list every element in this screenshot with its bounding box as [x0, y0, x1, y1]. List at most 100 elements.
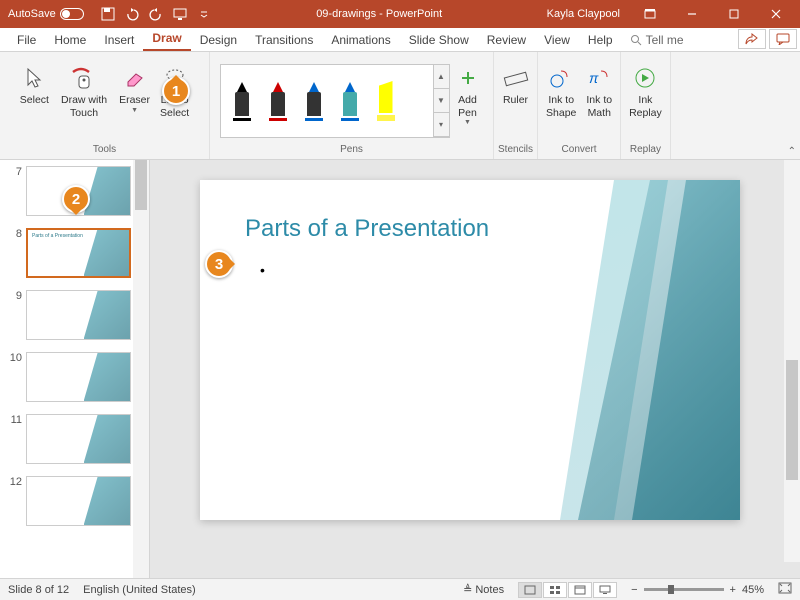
replay-icon — [634, 64, 656, 92]
pen-item[interactable] — [225, 82, 259, 121]
slide-area: Parts of a Presentation • — [150, 160, 800, 578]
normal-view-button[interactable] — [518, 582, 542, 598]
redo-button[interactable] — [148, 6, 164, 22]
chevron-down-icon: ▼ — [131, 107, 138, 115]
save-button[interactable] — [100, 6, 116, 22]
group-stencils-label: Stencils — [498, 142, 533, 157]
tab-review[interactable]: Review — [478, 29, 535, 51]
qat-customize-button[interactable] — [196, 6, 212, 22]
user-name[interactable]: Kayla Claypool — [547, 8, 620, 20]
slide-bullet[interactable]: • — [260, 262, 265, 278]
window-title: 09-drawings - PowerPoint — [212, 8, 547, 20]
group-convert-label: Convert — [562, 142, 597, 157]
draw-with-touch-button[interactable]: Draw with Touch — [55, 60, 113, 123]
slide-canvas[interactable]: Parts of a Presentation • — [200, 180, 740, 520]
callout-2: 2 — [62, 185, 90, 213]
autosave-toggle[interactable]: AutoSave — [8, 8, 84, 20]
svg-text:π: π — [589, 70, 599, 86]
ink-to-math-button[interactable]: π Ink to Math — [582, 60, 616, 123]
view-buttons — [518, 582, 617, 598]
thumbnail-slide[interactable]: 12 — [0, 470, 149, 532]
select-button[interactable]: Select — [16, 60, 53, 111]
slide-scrollbar[interactable] — [784, 160, 800, 562]
tell-me-search[interactable]: Tell me — [622, 29, 692, 51]
add-pen-button[interactable]: Add Pen ▼ — [452, 60, 484, 132]
group-replay-label: Replay — [630, 142, 661, 157]
ribbon: Select Draw with Touch Eraser ▼ Lasso Se… — [0, 52, 800, 160]
tab-draw[interactable]: Draw — [143, 27, 190, 51]
tab-view[interactable]: View — [535, 29, 579, 51]
slide-counter[interactable]: Slide 8 of 12 — [8, 584, 69, 596]
title-bar: AutoSave 09-drawings - PowerPoint Kayla … — [0, 0, 800, 28]
zoom-level[interactable]: 45% — [742, 584, 764, 596]
reading-view-button[interactable] — [568, 582, 592, 598]
callout-1: 1 — [162, 77, 190, 105]
pen-gallery[interactable]: ▲▼▾ — [220, 64, 450, 138]
zoom-slider[interactable] — [644, 588, 724, 591]
thumbnail-slide[interactable]: 9 — [0, 284, 149, 346]
eraser-icon — [124, 64, 146, 92]
touch-draw-icon — [71, 64, 97, 92]
callout-3: 3 — [205, 250, 233, 278]
notes-button[interactable]: ≜ Notes — [463, 583, 504, 596]
ruler-label: Ruler — [503, 94, 528, 107]
thumbnail-slide[interactable]: 8Parts of a Presentation — [0, 222, 149, 284]
tell-me-label: Tell me — [646, 33, 684, 47]
slide-title[interactable]: Parts of a Presentation — [245, 215, 489, 243]
maximize-button[interactable] — [714, 0, 754, 28]
pen-item[interactable] — [297, 82, 331, 121]
ruler-button[interactable]: Ruler — [499, 60, 533, 111]
thumbnail-slide[interactable]: 11 — [0, 408, 149, 470]
undo-button[interactable] — [124, 6, 140, 22]
slide-sorter-button[interactable] — [543, 582, 567, 598]
tab-help[interactable]: Help — [579, 29, 622, 51]
pen-item[interactable] — [333, 82, 367, 121]
ink-shape-icon — [549, 64, 573, 92]
gallery-scroll[interactable]: ▲▼▾ — [433, 65, 449, 137]
collapse-ribbon-button[interactable]: ⌃ — [788, 146, 796, 157]
language-status[interactable]: English (United States) — [83, 584, 196, 596]
tab-insert[interactable]: Insert — [95, 29, 143, 51]
lightbulb-icon — [630, 34, 642, 46]
ink-replay-label: Ink Replay — [629, 94, 662, 119]
workspace: 78Parts of a Presentation9101112 Parts o… — [0, 160, 800, 578]
tab-home[interactable]: Home — [45, 29, 95, 51]
zoom-in-button[interactable]: + — [730, 584, 736, 596]
ink-to-math-label: Ink to Math — [586, 94, 612, 119]
tab-design[interactable]: Design — [191, 29, 246, 51]
ink-replay-button[interactable]: Ink Replay — [625, 60, 666, 123]
slide-background-graphic — [560, 180, 740, 520]
draw-with-touch-label: Draw with Touch — [61, 94, 107, 119]
ribbon-display-button[interactable] — [630, 0, 670, 28]
comments-button[interactable] — [769, 29, 797, 49]
status-bar: Slide 8 of 12 English (United States) ≜ … — [0, 578, 800, 600]
tab-animations[interactable]: Animations — [322, 29, 399, 51]
minimize-button[interactable] — [672, 0, 712, 28]
ink-to-shape-button[interactable]: Ink to Shape — [542, 60, 580, 123]
thumbnail-slide[interactable]: 10 — [0, 346, 149, 408]
select-label: Select — [20, 94, 49, 107]
tab-slideshow[interactable]: Slide Show — [400, 29, 478, 51]
zoom-control[interactable]: − + 45% — [631, 584, 764, 596]
eraser-button[interactable]: Eraser ▼ — [115, 60, 154, 119]
eraser-label: Eraser — [119, 94, 150, 107]
start-from-beginning-button[interactable] — [172, 6, 188, 22]
slide-number: 8 — [6, 228, 22, 240]
pen-item[interactable] — [369, 81, 403, 121]
tab-file[interactable]: File — [8, 29, 45, 51]
toggle-off-icon — [60, 8, 84, 20]
cursor-icon — [25, 64, 43, 92]
tab-transitions[interactable]: Transitions — [246, 29, 322, 51]
group-tools-label: Tools — [93, 142, 116, 157]
slideshow-view-button[interactable] — [593, 582, 617, 598]
thumbnail-scrollbar[interactable] — [133, 160, 149, 578]
zoom-out-button[interactable]: − — [631, 584, 637, 596]
thumbnail-pane[interactable]: 78Parts of a Presentation9101112 — [0, 160, 150, 578]
fit-to-window-button[interactable] — [778, 582, 792, 597]
close-button[interactable] — [756, 0, 796, 28]
share-button[interactable] — [738, 29, 766, 49]
pen-item[interactable] — [261, 82, 295, 121]
chevron-down-icon: ▼ — [464, 119, 471, 127]
ink-math-icon: π — [587, 64, 611, 92]
group-pens-label: Pens — [340, 142, 363, 157]
